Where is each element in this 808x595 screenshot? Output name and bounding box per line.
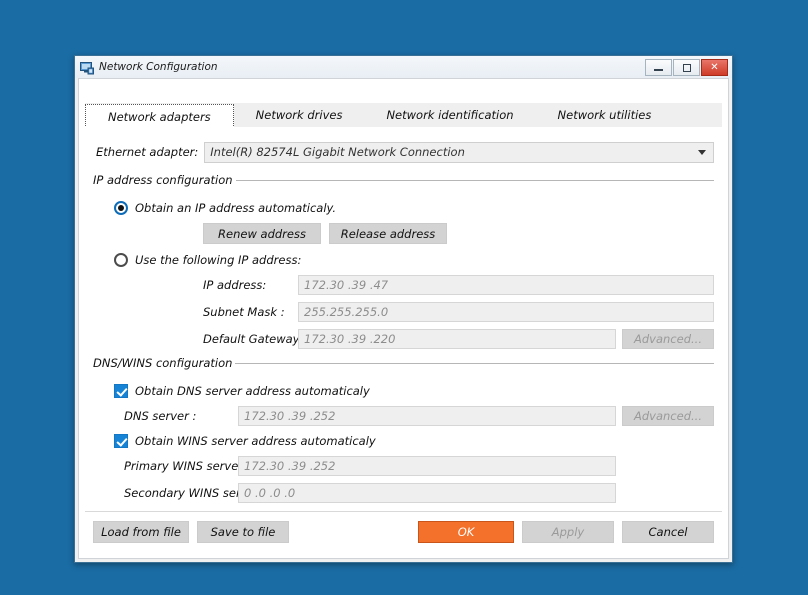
tab-network-utilities[interactable]: Network utilities (536, 103, 674, 127)
dns-group-header: DNS/WINS configuration (93, 356, 714, 370)
maximize-icon (682, 63, 691, 72)
apply-button[interactable]: Apply (522, 521, 614, 543)
ip-group-title: IP address configuration (93, 173, 233, 187)
group-divider (235, 179, 714, 181)
dns-server-row: DNS server : 172.30 .39 .252 Advanced... (93, 406, 714, 426)
ethernet-adapter-value: Intel(R) 82574L Gigabit Network Connecti… (210, 145, 465, 159)
obtain-wins-automatically-label: Obtain WINS server address automaticaly (135, 434, 376, 448)
secondary-wins-row: Secondary WINS server: 0 .0 .0 .0 (93, 483, 714, 503)
use-static-ip-label: Use the following IP address: (135, 253, 302, 267)
save-to-file-button[interactable]: Save to file (197, 521, 289, 543)
radio-selected-icon (114, 201, 128, 215)
default-gateway-label: Default Gateway : (203, 332, 308, 346)
primary-wins-input[interactable]: 172.30 .39 .252 (238, 456, 616, 476)
footer-button-row: Load from file Save to file OK Apply Can… (85, 512, 722, 552)
checkbox-checked-icon (114, 384, 128, 398)
ethernet-adapter-select[interactable]: Intel(R) 82574L Gigabit Network Connecti… (204, 141, 714, 163)
dns-server-input[interactable]: 172.30 .39 .252 (238, 406, 616, 426)
checkbox-checked-icon (114, 434, 128, 448)
subnet-mask-row: Subnet Mask : 255.255.255.0 (93, 302, 714, 322)
obtain-dns-automatically-row[interactable]: Obtain DNS server address automaticaly (114, 384, 714, 398)
minimize-icon (654, 69, 663, 71)
tab-network-drives[interactable]: Network drives (234, 103, 365, 127)
default-gateway-input[interactable]: 172.30 .39 .220 (298, 329, 616, 349)
subnet-mask-input[interactable]: 255.255.255.0 (298, 302, 714, 322)
window-title: Network Configuration (99, 61, 218, 73)
primary-wins-row: Primary WINS server : 172.30 .39 .252 (93, 456, 714, 476)
tab-panel-network-adapters: Ethernet adapter: Intel(R) 82574L Gigabi… (85, 127, 722, 512)
ip-address-input[interactable]: 172.30 .39 .47 (298, 275, 714, 295)
use-static-ip-radio-row[interactable]: Use the following IP address: (114, 253, 714, 267)
release-address-button[interactable]: Release address (329, 223, 447, 244)
maximize-button[interactable] (673, 59, 700, 76)
ethernet-adapter-label: Ethernet adapter: (96, 145, 199, 159)
tab-network-identification[interactable]: Network identification (364, 103, 535, 127)
primary-wins-label: Primary WINS server : (124, 459, 251, 473)
ip-advanced-button[interactable]: Advanced... (622, 329, 714, 349)
dns-wins-configuration-group: DNS/WINS configuration Obtain DNS server… (93, 356, 714, 503)
secondary-wins-input[interactable]: 0 .0 .0 .0 (238, 483, 616, 503)
window-controls: ✕ (645, 59, 728, 76)
ip-address-label: IP address: (203, 278, 267, 292)
default-gateway-row: Default Gateway : 172.30 .39 .220 Advanc… (93, 329, 714, 349)
network-configuration-window: Network Configuration ✕ Network adapters… (74, 55, 733, 563)
group-divider (235, 362, 714, 364)
chevron-down-icon (698, 149, 706, 155)
renew-address-button[interactable]: Renew address (203, 223, 321, 244)
dhcp-button-row: Renew address Release address (203, 223, 714, 244)
network-monitor-icon (80, 60, 94, 75)
obtain-ip-automatically-radio-row[interactable]: Obtain an IP address automaticaly. (114, 201, 714, 215)
radio-unselected-icon (114, 253, 128, 267)
ip-address-row: IP address: 172.30 .39 .47 (93, 275, 714, 295)
ip-group-header: IP address configuration (93, 173, 714, 187)
ethernet-adapter-row: Ethernet adapter: Intel(R) 82574L Gigabi… (96, 141, 714, 163)
cancel-button[interactable]: Cancel (622, 521, 714, 543)
tab-network-adapters[interactable]: Network adapters (85, 104, 234, 128)
close-icon: ✕ (710, 62, 719, 73)
obtain-dns-automatically-label: Obtain DNS server address automaticaly (135, 384, 370, 398)
window-client-area: Network adapters Network drives Network … (78, 78, 729, 559)
secondary-wins-label: Secondary WINS server: (124, 486, 264, 500)
dns-advanced-button[interactable]: Advanced... (622, 406, 714, 426)
dns-group-title: DNS/WINS configuration (93, 356, 233, 370)
close-button[interactable]: ✕ (701, 59, 728, 76)
ip-address-configuration-group: IP address configuration Obtain an IP ad… (93, 173, 714, 349)
obtain-ip-automatically-label: Obtain an IP address automaticaly. (135, 201, 337, 215)
dialog-footer: Load from file Save to file OK Apply Can… (85, 511, 722, 552)
minimize-button[interactable] (645, 59, 672, 76)
ok-button[interactable]: OK (418, 521, 514, 543)
dns-server-label: DNS server : (124, 409, 197, 423)
tab-strip: Network adapters Network drives Network … (85, 103, 722, 128)
load-from-file-button[interactable]: Load from file (93, 521, 189, 543)
window-titlebar[interactable]: Network Configuration ✕ (75, 56, 732, 78)
subnet-mask-label: Subnet Mask : (203, 305, 285, 319)
obtain-wins-automatically-row[interactable]: Obtain WINS server address automaticaly (114, 434, 714, 448)
